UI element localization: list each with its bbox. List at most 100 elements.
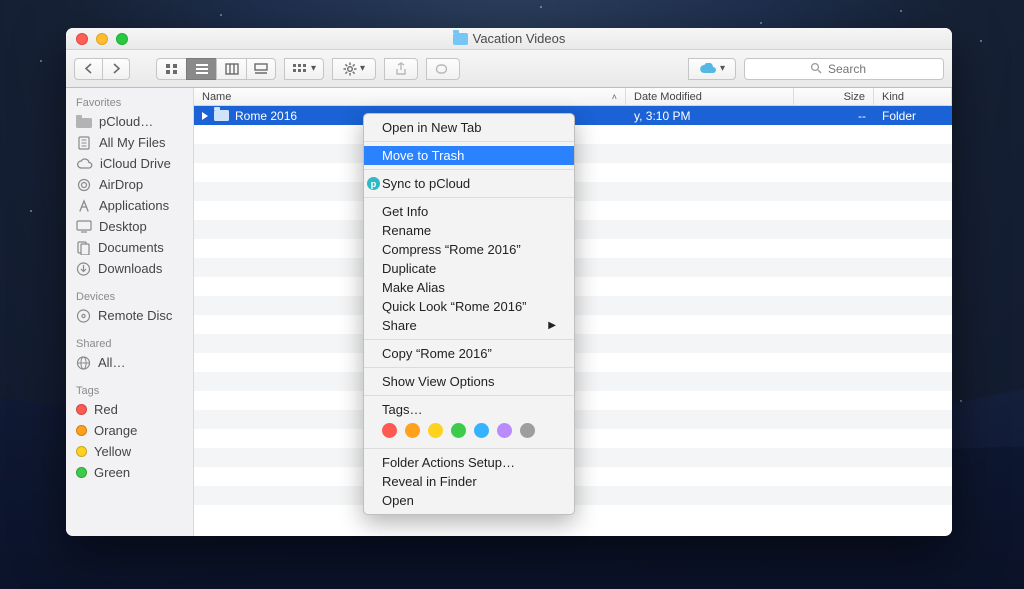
folder-icon bbox=[453, 33, 468, 45]
tag-dot-icon bbox=[76, 467, 87, 478]
sort-ascending-icon: ˄ bbox=[612, 92, 617, 102]
minimize-window-button[interactable] bbox=[96, 33, 108, 45]
menu-item-get-info[interactable]: Get Info bbox=[364, 202, 574, 221]
menu-item-make-alias[interactable]: Make Alias bbox=[364, 278, 574, 297]
sidebar-tag-yellow[interactable]: Yellow bbox=[66, 441, 193, 462]
sidebar-item-label: pCloud… bbox=[99, 114, 153, 129]
sidebar-item-label: Yellow bbox=[94, 444, 131, 459]
menu-separator bbox=[364, 169, 574, 170]
sidebar-item-label: Documents bbox=[98, 240, 164, 255]
tag-swatch-orange[interactable] bbox=[405, 423, 420, 438]
share-button[interactable] bbox=[384, 58, 418, 80]
menu-item-sync-pcloud[interactable]: pSync to pCloud bbox=[364, 174, 574, 193]
menu-item-show-view-options[interactable]: Show View Options bbox=[364, 372, 574, 391]
tag-dot-icon bbox=[76, 425, 87, 436]
column-header-size[interactable]: Size bbox=[794, 88, 874, 105]
sidebar-item-label: Desktop bbox=[99, 219, 147, 234]
menu-separator bbox=[364, 141, 574, 142]
file-date-modified: y, 3:10 PM bbox=[634, 109, 690, 123]
menu-item-open[interactable]: Open bbox=[364, 491, 574, 510]
sidebar-item-label: Orange bbox=[94, 423, 137, 438]
tag-swatch-yellow[interactable] bbox=[428, 423, 443, 438]
tag-swatch-green[interactable] bbox=[451, 423, 466, 438]
window-title: Vacation Videos bbox=[473, 31, 566, 46]
menu-item-copy[interactable]: Copy “Rome 2016” bbox=[364, 344, 574, 363]
sidebar-item-airdrop[interactable]: AirDrop bbox=[66, 174, 193, 195]
share-icon bbox=[395, 62, 407, 76]
view-icons-button[interactable] bbox=[156, 58, 186, 80]
pcloud-icon: p bbox=[367, 177, 380, 190]
sidebar-item-label: AirDrop bbox=[99, 177, 143, 192]
menu-item-quick-look[interactable]: Quick Look “Rome 2016” bbox=[364, 297, 574, 316]
menu-item-open-new-tab[interactable]: Open in New Tab bbox=[364, 118, 574, 137]
network-icon bbox=[76, 356, 91, 370]
sidebar-item-shared-all[interactable]: All… bbox=[66, 352, 193, 373]
sidebar-item-documents[interactable]: Documents bbox=[66, 237, 193, 258]
sidebar-heading-tags: Tags bbox=[66, 381, 193, 399]
column-header-date-modified[interactable]: Date Modified bbox=[626, 88, 794, 105]
menu-item-compress[interactable]: Compress “Rome 2016” bbox=[364, 240, 574, 259]
file-name: Rome 2016 bbox=[235, 109, 297, 123]
menu-item-share[interactable]: Share▶ bbox=[364, 316, 574, 335]
tag-swatch-gray[interactable] bbox=[520, 423, 535, 438]
menu-tag-swatches bbox=[364, 419, 574, 444]
tag-icon bbox=[435, 63, 451, 75]
sidebar: Favorites pCloud… All My Files iCloud Dr… bbox=[66, 88, 194, 536]
back-button[interactable] bbox=[74, 58, 102, 80]
view-coverflow-button[interactable] bbox=[246, 58, 276, 80]
sidebar-item-remote-disc[interactable]: Remote Disc bbox=[66, 305, 193, 326]
tag-swatch-blue[interactable] bbox=[474, 423, 489, 438]
sidebar-item-desktop[interactable]: Desktop bbox=[66, 216, 193, 237]
tag-swatch-red[interactable] bbox=[382, 423, 397, 438]
view-columns-button[interactable] bbox=[216, 58, 246, 80]
cloud-icon bbox=[699, 63, 717, 75]
sidebar-item-label: All… bbox=[98, 355, 125, 370]
sidebar-item-downloads[interactable]: Downloads bbox=[66, 258, 193, 279]
sidebar-item-pcloud[interactable]: pCloud… bbox=[66, 111, 193, 132]
menu-item-folder-actions[interactable]: Folder Actions Setup… bbox=[364, 453, 574, 472]
documents-icon bbox=[76, 241, 91, 255]
all-files-icon bbox=[76, 136, 92, 150]
sidebar-item-all-my-files[interactable]: All My Files bbox=[66, 132, 193, 153]
sidebar-tag-red[interactable]: Red bbox=[66, 399, 193, 420]
pcloud-button[interactable]: ▾ bbox=[688, 58, 736, 80]
sidebar-item-applications[interactable]: Applications bbox=[66, 195, 193, 216]
chevron-down-icon: ▾ bbox=[720, 63, 725, 74]
chevron-left-icon bbox=[84, 63, 93, 74]
search-field[interactable] bbox=[744, 58, 944, 80]
menu-item-reveal[interactable]: Reveal in Finder bbox=[364, 472, 574, 491]
folder-icon bbox=[214, 110, 229, 121]
edit-tags-button[interactable] bbox=[426, 58, 460, 80]
view-list-button[interactable] bbox=[186, 58, 216, 80]
context-menu: Open in New Tab Move to Trash pSync to p… bbox=[363, 113, 575, 515]
title-bar[interactable]: Vacation Videos bbox=[66, 28, 952, 50]
sidebar-item-label: Green bbox=[94, 465, 130, 480]
folder-icon bbox=[76, 115, 92, 128]
column-header-name[interactable]: Name˄ bbox=[194, 88, 626, 105]
zoom-window-button[interactable] bbox=[116, 33, 128, 45]
sidebar-heading-favorites: Favorites bbox=[66, 93, 193, 111]
disc-icon bbox=[76, 309, 91, 323]
disclosure-triangle-icon[interactable] bbox=[202, 112, 208, 120]
menu-item-tags[interactable]: Tags… bbox=[364, 400, 574, 419]
close-window-button[interactable] bbox=[76, 33, 88, 45]
sidebar-tag-green[interactable]: Green bbox=[66, 462, 193, 483]
forward-button[interactable] bbox=[102, 58, 130, 80]
sidebar-item-label: Remote Disc bbox=[98, 308, 172, 323]
sidebar-tag-orange[interactable]: Orange bbox=[66, 420, 193, 441]
search-input[interactable] bbox=[744, 58, 944, 80]
action-button[interactable]: ▾ bbox=[332, 58, 376, 80]
menu-separator bbox=[364, 367, 574, 368]
sidebar-item-icloud[interactable]: iCloud Drive bbox=[66, 153, 193, 174]
chevron-right-icon bbox=[112, 63, 121, 74]
grid-icon bbox=[165, 63, 179, 75]
file-kind: Folder bbox=[882, 109, 916, 123]
tag-swatch-purple[interactable] bbox=[497, 423, 512, 438]
column-header-kind[interactable]: Kind bbox=[874, 88, 952, 105]
coverflow-icon bbox=[254, 63, 268, 75]
arrange-button[interactable]: ▾ bbox=[284, 58, 324, 80]
tag-dot-icon bbox=[76, 446, 87, 457]
menu-item-rename[interactable]: Rename bbox=[364, 221, 574, 240]
menu-item-move-to-trash[interactable]: Move to Trash bbox=[364, 146, 574, 165]
menu-item-duplicate[interactable]: Duplicate bbox=[364, 259, 574, 278]
